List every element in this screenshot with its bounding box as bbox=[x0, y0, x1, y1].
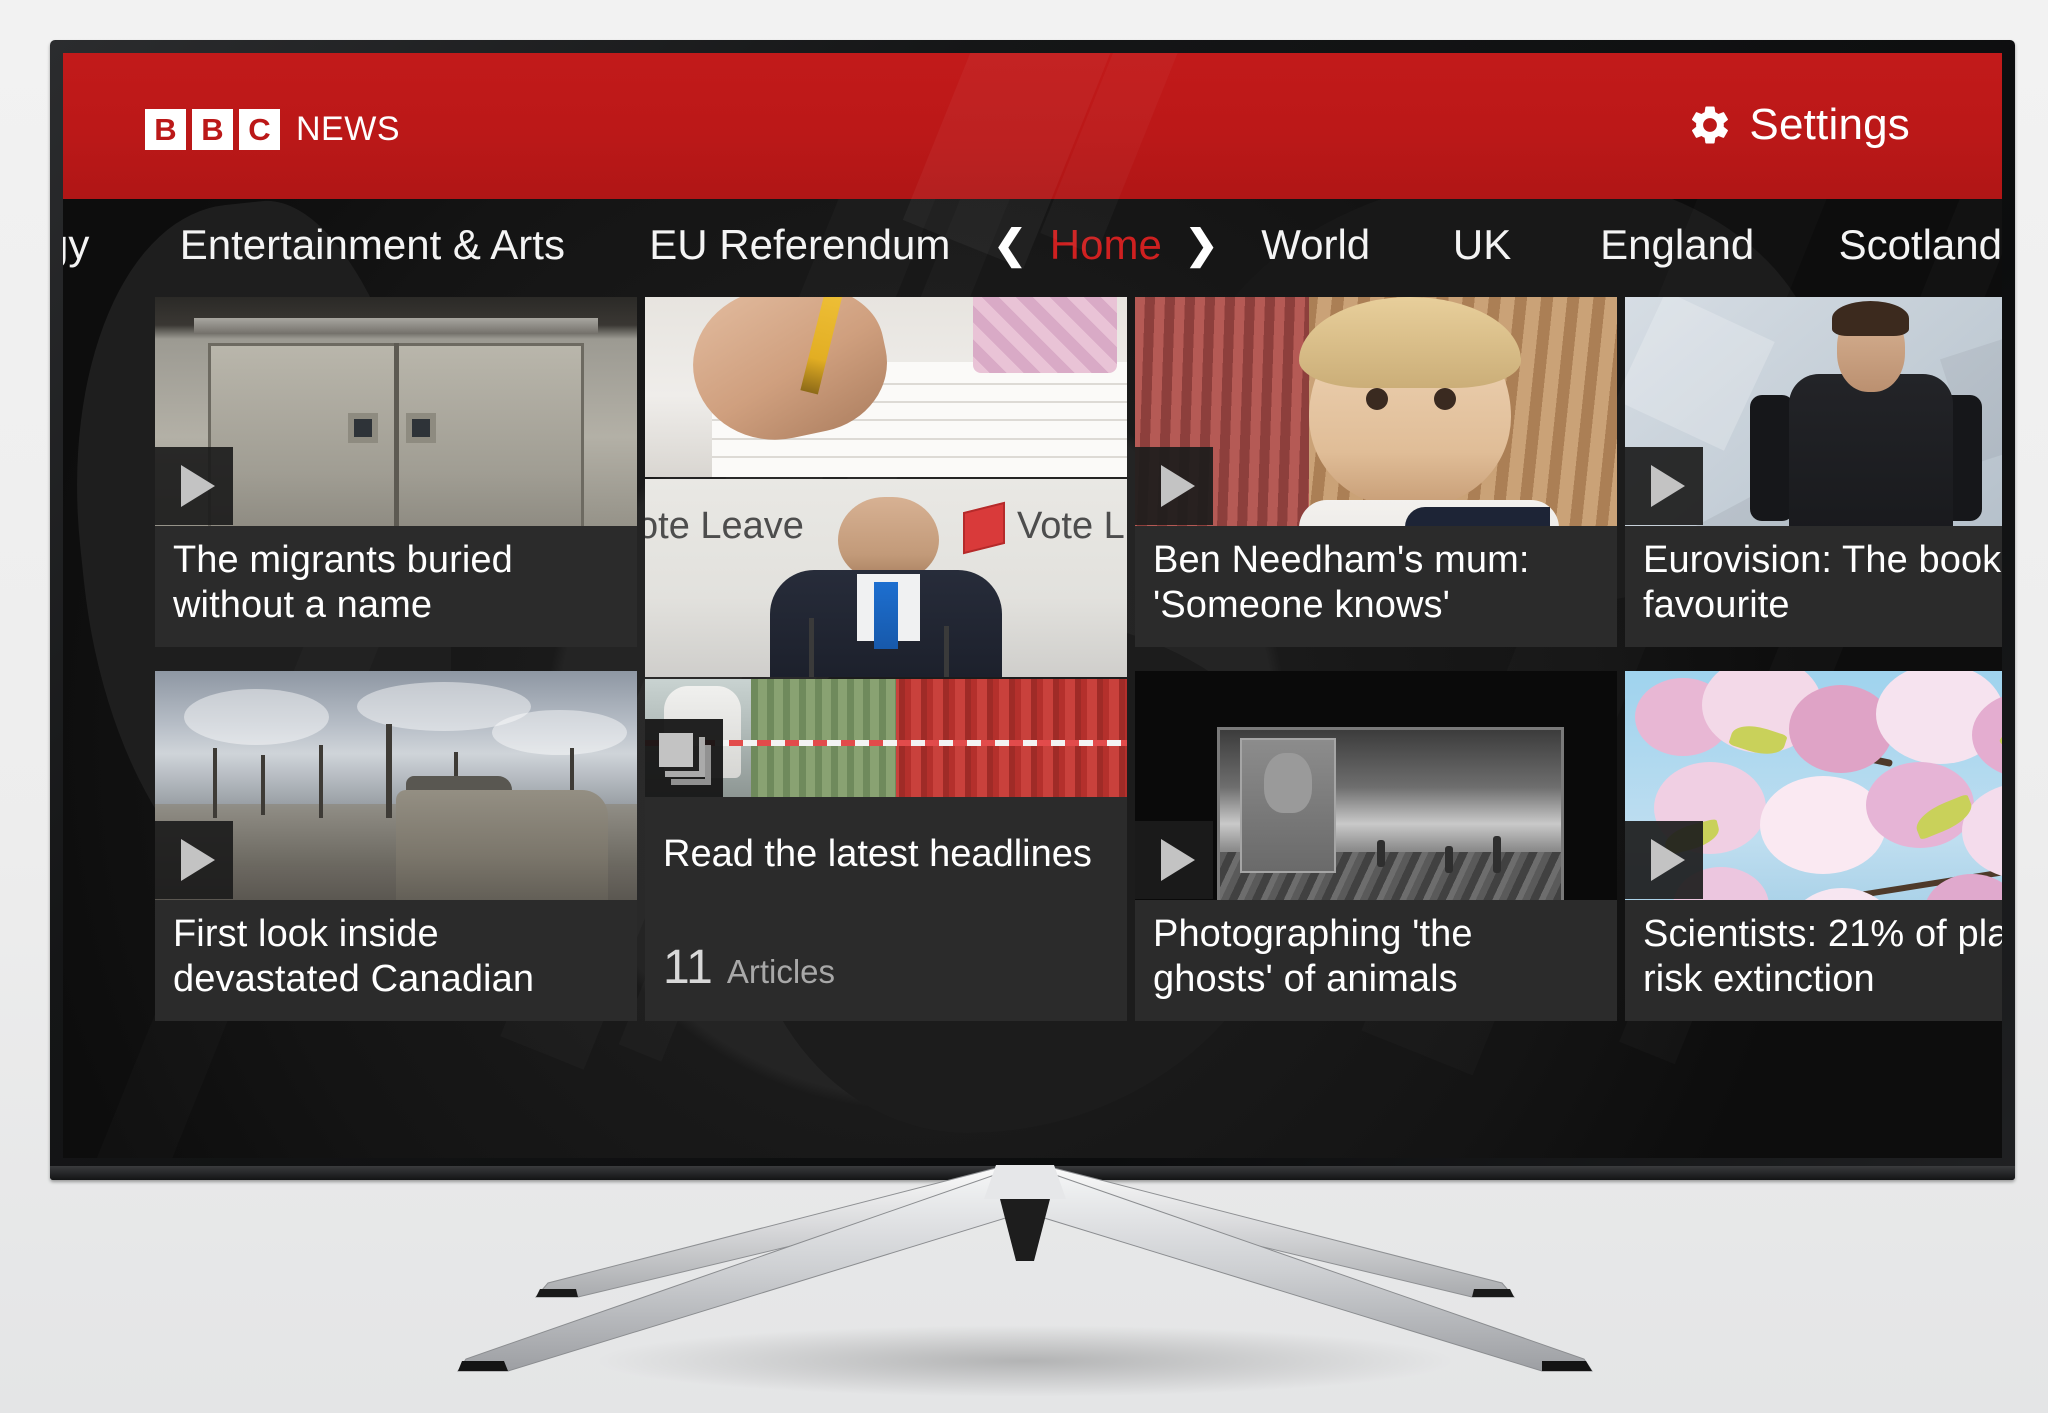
vote-leave-text-right: Vote L bbox=[1017, 505, 1125, 547]
card-read-latest-headlines[interactable]: Read the latest headlines 11 Articles bbox=[645, 679, 1127, 1021]
sidebar-item-technology[interactable]: gy bbox=[63, 221, 89, 269]
card-thumbnail: ote Leave Vote L bbox=[645, 479, 1127, 677]
card-title-line2: favourite bbox=[1643, 583, 1790, 626]
television-set: B B C NEWS Settings gy Entertainment & A… bbox=[50, 40, 2015, 1180]
logo-word-news: NEWS bbox=[296, 110, 400, 148]
play-icon[interactable] bbox=[1135, 821, 1213, 899]
nav-item-england[interactable]: England bbox=[1600, 221, 1754, 269]
card-caption: Photographing 'the ghosts' of animals bbox=[1135, 900, 1617, 1021]
play-icon[interactable] bbox=[1625, 821, 1703, 899]
headlines-count-row: 11 Articles bbox=[663, 940, 835, 995]
headlines-panel: Read the latest headlines 11 Articles bbox=[645, 797, 1127, 1021]
nav-item-eu-referendum[interactable]: EU Referendum bbox=[649, 221, 950, 269]
gear-icon bbox=[1692, 106, 1729, 144]
logo-block-c: C bbox=[239, 109, 280, 150]
settings-button[interactable]: Settings bbox=[1687, 100, 1910, 150]
card-title-line1: Eurovision: The bookie bbox=[1643, 539, 2002, 582]
play-icon[interactable] bbox=[1625, 447, 1703, 525]
card-caption: Eurovision: The bookie favourite bbox=[1625, 526, 2002, 647]
card-eurovision[interactable]: Eurovision: The bookie favourite bbox=[1625, 297, 2002, 647]
settings-label: Settings bbox=[1749, 100, 1910, 149]
card-title-line2: ghosts' of animals bbox=[1153, 957, 1458, 1000]
tv-stand bbox=[457, 1165, 1593, 1397]
card-migrants[interactable]: The migrants buried without a name bbox=[155, 297, 637, 647]
card-title-line2: risk extinction bbox=[1643, 957, 1875, 1000]
headlines-title: Read the latest headlines bbox=[663, 833, 1092, 875]
chevron-right-icon[interactable]: ❯ bbox=[1185, 222, 1219, 268]
card-plant-extinction[interactable]: Scientists: 21% of plan risk extinction bbox=[1625, 671, 2002, 1021]
card-caption: First look inside devastated Canadian bbox=[155, 900, 637, 1021]
nav-item-entertainment-arts[interactable]: Entertainment & Arts bbox=[180, 221, 565, 269]
card-homework-thumb[interactable] bbox=[645, 297, 1127, 477]
app-header: B B C NEWS Settings bbox=[63, 53, 2002, 269]
vote-leave-cube-icon bbox=[963, 501, 1005, 555]
play-icon[interactable] bbox=[155, 821, 233, 899]
card-title-line2: devastated Canadian bbox=[173, 957, 535, 1000]
card-canadian-wildfire[interactable]: First look inside devastated Canadian bbox=[155, 671, 637, 1021]
scene: B B C NEWS Settings gy Entertainment & A… bbox=[0, 0, 2048, 1413]
stacked-pages-icon[interactable] bbox=[645, 719, 723, 797]
nav-item-world[interactable]: World bbox=[1261, 221, 1370, 269]
card-title-line1: The migrants buried bbox=[173, 539, 513, 582]
bbc-news-logo: B B C NEWS bbox=[145, 109, 400, 150]
tv-screen: B B C NEWS Settings gy Entertainment & A… bbox=[63, 53, 2002, 1158]
nav-item-scotland[interactable]: Scotland bbox=[1839, 221, 2002, 269]
stacked-pages-glyph bbox=[659, 733, 711, 785]
vote-leave-text-left: ote Leave bbox=[645, 505, 804, 547]
card-title-line1: Photographing 'the bbox=[1153, 913, 1473, 956]
nav-item-uk[interactable]: UK bbox=[1453, 221, 1511, 269]
content-grid: The migrants buried without a name First… bbox=[63, 291, 2002, 1158]
logo-block-b2: B bbox=[192, 109, 233, 150]
headlines-count: 11 bbox=[663, 941, 713, 994]
headlines-count-label: Articles bbox=[726, 953, 836, 990]
card-title-line1: First look inside bbox=[173, 913, 439, 956]
card-caption: The migrants buried without a name bbox=[155, 526, 637, 647]
card-thumbnail bbox=[645, 297, 1127, 477]
card-caption: Scientists: 21% of plan risk extinction bbox=[1625, 900, 2002, 1021]
card-title-line1: Scientists: 21% of plan bbox=[1643, 913, 2002, 956]
play-icon[interactable] bbox=[155, 447, 233, 525]
card-vote-leave-thumb[interactable]: ote Leave Vote L bbox=[645, 479, 1127, 677]
card-title-line2: without a name bbox=[173, 583, 433, 626]
card-ben-needham[interactable]: Ben Needham's mum: 'Someone knows' bbox=[1135, 297, 1617, 647]
card-title-line1: Ben Needham's mum: bbox=[1153, 539, 1530, 582]
play-icon[interactable] bbox=[1135, 447, 1213, 525]
card-photographing-ghosts[interactable]: Photographing 'the ghosts' of animals bbox=[1135, 671, 1617, 1021]
card-caption: Ben Needham's mum: 'Someone knows' bbox=[1135, 526, 1617, 647]
card-title-line2: 'Someone knows' bbox=[1153, 583, 1450, 626]
logo-block-b1: B bbox=[145, 109, 186, 150]
